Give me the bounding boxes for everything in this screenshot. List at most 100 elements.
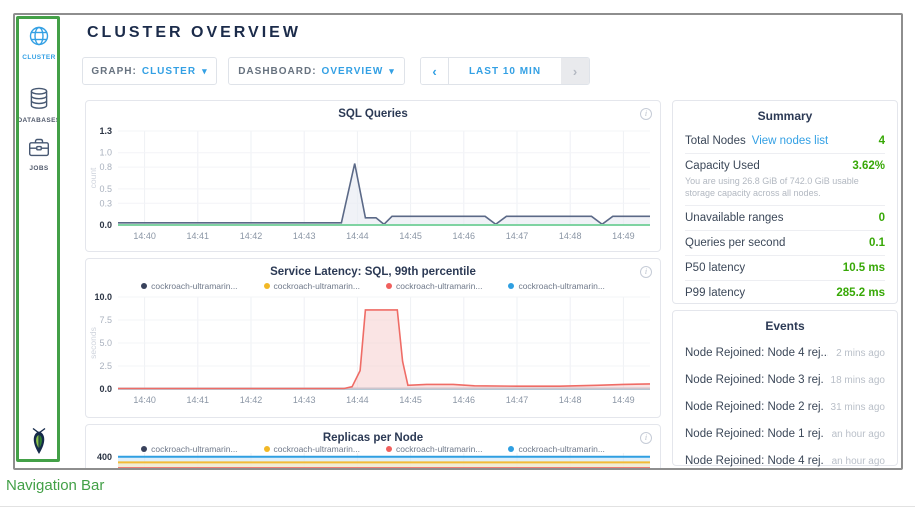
summary-label: Capacity Used: [685, 160, 760, 172]
svg-text:14:40: 14:40: [133, 231, 156, 241]
svg-text:5.0: 5.0: [99, 338, 112, 348]
database-icon: [29, 97, 49, 114]
chart-legend: cockroach-ultramarin... cockroach-ultrama…: [86, 281, 660, 291]
legend-item[interactable]: cockroach-ultramarin...: [264, 281, 360, 291]
svg-text:2.5: 2.5: [99, 361, 112, 371]
svg-text:0.8: 0.8: [99, 162, 112, 172]
navigation-bar: CLUSTER DATABASES: [15, 15, 63, 468]
summary-row-unavailable-ranges: Unavailable ranges 0: [685, 206, 885, 231]
time-range-next-button: ›: [561, 58, 589, 84]
svg-text:14:43: 14:43: [293, 395, 316, 405]
summary-row-queries-per-second: Queries per second 0.1: [685, 231, 885, 256]
chart-title: Replicas per Node: [86, 432, 660, 444]
svg-text:0.5: 0.5: [99, 184, 112, 194]
view-nodes-list-link[interactable]: View nodes list: [752, 135, 829, 147]
navigation-bar-highlight-box: [16, 16, 60, 462]
svg-text:14:41: 14:41: [187, 231, 210, 241]
info-icon[interactable]: i: [640, 266, 652, 278]
chevron-down-icon: ▾: [389, 66, 395, 77]
svg-text:14:48: 14:48: [559, 231, 582, 241]
summary-value: 3.62%: [852, 160, 885, 172]
event-label: Node Rejoined: Node 3 rej...: [685, 374, 823, 386]
time-range-selector: ‹ LAST 10 MIN ›: [420, 57, 590, 85]
dashboard-dropdown[interactable]: DASHBOARD: OVERVIEW ▾: [228, 57, 405, 85]
summary-value: 285.2 ms: [836, 287, 885, 299]
events-panel: Events Node Rejoined: Node 4 rej... 2 mi…: [672, 310, 898, 466]
summary-value: 0: [879, 212, 885, 224]
capacity-subtext: You are using 26.8 GiB of 742.0 GiB usab…: [685, 175, 885, 199]
event-label: Node Rejoined: Node 4 rej...: [685, 347, 828, 359]
legend-item[interactable]: cockroach-ultramarin...: [386, 281, 482, 291]
sidebar-item-databases[interactable]: DATABASES: [15, 87, 63, 124]
svg-text:14:41: 14:41: [187, 395, 210, 405]
summary-row-total-nodes: Total Nodes View nodes list 4: [685, 129, 885, 154]
legend-dot-icon: [141, 283, 147, 289]
svg-text:count: count: [88, 167, 98, 188]
svg-text:14:46: 14:46: [453, 231, 476, 241]
info-icon[interactable]: i: [640, 108, 652, 120]
sidebar-item-cluster[interactable]: CLUSTER: [15, 25, 63, 61]
app-window: CLUSTER DATABASES: [13, 13, 903, 470]
bottom-divider: [0, 506, 915, 507]
svg-text:14:45: 14:45: [399, 395, 422, 405]
sql-queries-chart: 0.00.30.50.81.01.314:4014:4114:4214:4314…: [88, 123, 658, 251]
summary-row-capacity-used: Capacity Used 3.62% You are using 26.8 G…: [685, 154, 885, 206]
time-range-prev-button[interactable]: ‹: [421, 58, 449, 84]
svg-text:0.0: 0.0: [99, 220, 112, 230]
svg-text:14:44: 14:44: [346, 395, 369, 405]
event-label: Node Rejoined: Node 2 rej...: [685, 401, 823, 413]
svg-text:7.5: 7.5: [99, 315, 112, 325]
summary-value: 4: [879, 135, 885, 147]
chevron-down-icon: ▾: [202, 66, 208, 77]
event-time: 18 mins ago: [823, 375, 885, 386]
svg-text:1.3: 1.3: [99, 126, 112, 136]
svg-text:14:49: 14:49: [612, 231, 635, 241]
info-icon[interactable]: i: [640, 432, 652, 444]
summary-value: 0.1: [869, 237, 885, 249]
time-range-label[interactable]: LAST 10 MIN: [449, 58, 561, 84]
briefcase-icon: [28, 145, 50, 162]
sidebar-item-jobs[interactable]: JOBS: [15, 137, 63, 172]
sidebar-item-label: JOBS: [15, 165, 63, 172]
event-time: an hour ago: [824, 429, 885, 440]
svg-text:10.0: 10.0: [94, 293, 112, 302]
legend-item[interactable]: cockroach-ultramarin...: [508, 281, 604, 291]
sidebar-item-label: CLUSTER: [15, 54, 63, 61]
event-row: Node Rejoined: Node 4 rej... an hour ago: [685, 447, 885, 470]
sql-queries-chart-card: SQL Queries i 0.00.30.50.81.01.314:4014:…: [85, 100, 661, 252]
event-time: an hour ago: [824, 456, 885, 467]
graph-dropdown[interactable]: GRAPH: CLUSTER ▾: [82, 57, 217, 85]
svg-text:400: 400: [97, 452, 112, 462]
svg-text:14:48: 14:48: [559, 395, 582, 405]
graph-dropdown-value: CLUSTER: [142, 66, 196, 77]
summary-row-p99-latency: P99 latency 285.2 ms: [685, 281, 885, 305]
event-row: Node Rejoined: Node 3 rej... 18 mins ago: [685, 366, 885, 393]
summary-panel: Summary Total Nodes View nodes list 4 Ca…: [672, 100, 898, 304]
svg-text:0.0: 0.0: [99, 384, 112, 394]
replicas-per-node-chart: 400: [88, 451, 658, 470]
sidebar-item-label: DATABASES: [15, 117, 63, 124]
graph-dropdown-prefix: GRAPH:: [91, 66, 136, 77]
replicas-per-node-chart-card: Replicas per Node i cockroach-ultramarin…: [85, 424, 661, 470]
summary-label: P50 latency: [685, 262, 745, 274]
main-content: CLUSTER OVERVIEW GRAPH: CLUSTER ▾ DASHBO…: [63, 15, 901, 468]
event-row: Node Rejoined: Node 1 rej... an hour ago: [685, 420, 885, 447]
summary-label: Unavailable ranges: [685, 212, 783, 224]
chart-title: SQL Queries: [86, 108, 660, 120]
summary-title: Summary: [685, 101, 885, 129]
svg-text:0.3: 0.3: [99, 198, 112, 208]
event-row: Node Rejoined: Node 4 rej... 2 mins ago: [685, 339, 885, 366]
page-title: CLUSTER OVERVIEW: [87, 24, 301, 42]
event-label: Node Rejoined: Node 4 rej...: [685, 455, 824, 467]
svg-text:14:40: 14:40: [133, 395, 156, 405]
summary-label: Total Nodes: [685, 135, 746, 147]
legend-item[interactable]: cockroach-ultramarin...: [141, 281, 237, 291]
svg-text:14:42: 14:42: [240, 231, 263, 241]
svg-text:14:46: 14:46: [453, 395, 476, 405]
event-row: Node Rejoined: Node 2 rej... 31 mins ago: [685, 393, 885, 420]
dashboard-dropdown-prefix: DASHBOARD:: [238, 66, 316, 77]
summary-value: 10.5 ms: [843, 262, 885, 274]
globe-icon: [28, 34, 50, 51]
cockroachdb-logo[interactable]: [15, 427, 63, 460]
legend-dot-icon: [386, 283, 392, 289]
